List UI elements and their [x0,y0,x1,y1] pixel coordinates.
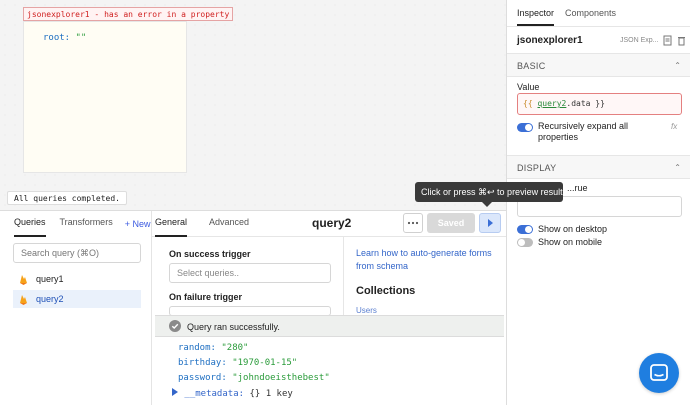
result-value: "1970-01-15" [232,358,298,368]
value-input[interactable]: {{ query2.data }} [517,93,682,115]
query-result-view: random: "280" birthday: "1970-01-15" pas… [155,337,504,405]
inspector-tabs: Inspector Components [507,0,690,27]
chevron-up-icon: ⌃ [674,61,681,70]
play-icon [488,219,493,227]
chat-support-button[interactable] [639,353,679,393]
toggle-knob [518,239,525,246]
result-line: random: "280" [178,343,248,353]
tab-transformers[interactable]: Transformers [60,211,113,237]
collection-users-link[interactable]: Users [356,306,377,315]
section-basic[interactable]: BASIC ⌃ [507,53,690,77]
schema-helper-link[interactable]: Learn how to auto-generate forms from sc… [356,247,506,273]
query-success-text: Query ran successfully. [187,322,280,332]
metadata-key: __metadata: [184,389,245,399]
result-value: "280" [221,343,249,353]
metadata-value: {} 1 key [249,389,293,399]
firebase-icon [20,294,27,305]
section-display[interactable]: DISPLAY ⌃ [507,155,690,179]
query-name-title[interactable]: query2 [312,216,351,230]
component-error-label: jsonexplorer1 - has an error in a proper… [23,7,234,21]
more-options-button[interactable] [403,213,423,233]
query-success-banner: Query ran successfully. [155,315,504,337]
value-rest: .data }} [566,99,605,108]
status-message: All queries completed. [7,191,127,205]
expand-all-label: Recursively expand all properties [538,121,629,142]
result-metadata-row[interactable]: __metadata: {} 1 key [171,388,293,399]
result-key: birthday: [178,358,227,368]
show-mobile-label: Show on mobile [538,237,603,247]
value-open-brace: {{ [523,99,533,108]
tab-general[interactable]: General [155,211,188,237]
result-line: password: "johndoeisthebest" [178,373,330,383]
chevron-up-icon: ⌃ [674,163,681,172]
inspector-panel: Inspector Components jsonexplorer1 JSON … [506,0,690,405]
fx-icon[interactable]: fx [671,122,677,131]
query-item-label: query1 [36,274,64,284]
new-query-button[interactable]: + New [125,219,151,229]
json-root-key: root: [43,33,71,43]
json-root-value: "" [75,33,87,43]
app-canvas[interactable]: jsonexplorer1 - has an error in a proper… [0,0,506,210]
check-circle-icon [169,320,181,332]
expand-all-toggle[interactable] [517,123,533,132]
section-basic-title: BASIC [517,61,546,71]
tab-components[interactable]: Components [565,8,616,18]
show-desktop-label: Show on desktop [538,224,608,234]
value-label: Value [517,82,540,92]
query-list-column: Queries Transformers + New query1 query2 [0,211,152,405]
ellipsis-icon [407,221,419,225]
tooltip-arrow [482,202,492,207]
run-query-button[interactable] [479,213,501,233]
query-list-tabs: Queries Transformers + New [0,211,150,237]
result-key: password: [178,373,227,383]
query-item-label: query2 [36,294,64,304]
section-display-title: DISPLAY [517,163,557,173]
value-reference: query2 [537,99,567,108]
preview-tooltip: Click or press ⌘↩ to preview result. [415,182,565,202]
saved-button[interactable]: Saved [427,213,475,233]
on-success-label: On success trigger [169,249,251,259]
editor-tabs: General Advanced query2 Saved [152,211,506,237]
component-name[interactable]: jsonexplorer1 [517,35,583,46]
json-explorer-component[interactable]: root: "" [23,21,187,173]
tab-advanced[interactable]: Advanced [209,211,249,237]
tab-queries[interactable]: Queries [14,211,46,237]
result-value: "johndoeisthebest" [232,373,330,383]
collections-title: Collections [356,285,416,297]
search-query-input[interactable] [13,243,141,263]
firebase-icon [20,274,27,285]
document-icon[interactable] [663,35,672,46]
result-key: random: [178,343,216,353]
show-mobile-toggle[interactable] [517,238,533,247]
expand-triangle-icon[interactable] [171,388,179,396]
on-success-select[interactable]: Select queries.. [169,263,331,283]
tab-inspector[interactable]: Inspector [517,8,555,26]
result-line: birthday: "1970-01-15" [178,358,297,368]
toggle-knob [525,124,532,131]
component-type: JSON Exp... [620,37,659,44]
trash-icon[interactable] [677,35,686,46]
query-item-query2[interactable]: query2 [13,290,141,308]
on-failure-label: On failure trigger [169,292,243,302]
hidden-label: ...rue [567,183,588,193]
show-desktop-toggle[interactable] [517,225,533,234]
toggle-knob [525,226,532,233]
query-item-query1[interactable]: query1 [13,270,141,288]
json-root-line: root: "" [43,33,86,43]
chat-icon [650,364,668,381]
